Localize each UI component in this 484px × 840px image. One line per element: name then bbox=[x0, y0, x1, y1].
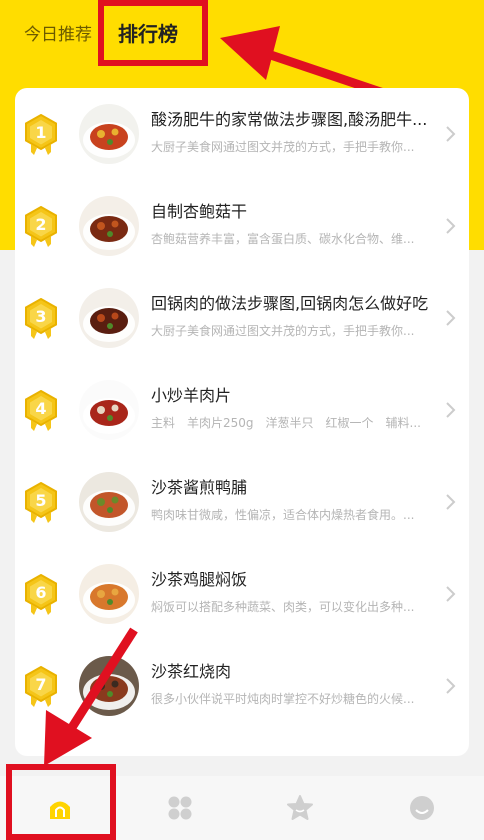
list-item[interactable]: 3 回锅肉的做法步骤图,回锅肉怎么做好吃大厨子美食网通过图文并茂的方式，手把手教你… bbox=[15, 272, 469, 364]
dish-thumbnail bbox=[79, 472, 139, 532]
tab-today[interactable]: 今日推荐 bbox=[24, 20, 92, 45]
nav-category[interactable] bbox=[156, 786, 204, 830]
rank-number: 4 bbox=[35, 399, 47, 418]
nav-profile[interactable] bbox=[398, 786, 446, 830]
category-icon bbox=[168, 796, 192, 820]
dish-thumbnail bbox=[79, 564, 139, 624]
rank-number: 5 bbox=[35, 491, 47, 510]
rank-number: 7 bbox=[35, 675, 47, 694]
list-item[interactable]: 6 沙茶鸡腿焖饭焖饭可以搭配多种蔬菜、肉类，可以变化出多种... bbox=[15, 548, 469, 640]
list-item[interactable]: 5 沙茶酱煎鸭脯鸭肉味甘微咸，性偏凉，适合体内燥热者食用。... bbox=[15, 456, 469, 548]
chevron-right-icon bbox=[446, 586, 456, 602]
dish-description: 大厨子美食网通过图文并茂的方式，手把手教你... bbox=[151, 140, 415, 154]
chevron-right-icon bbox=[446, 402, 456, 418]
ranking-list: 1 酸汤肥牛的家常做法步骤图,酸汤肥牛... 大厨子美食网通过图文并茂的方式，手把手… bbox=[15, 88, 469, 756]
dish-title: 自制杏鲍菇干 bbox=[151, 202, 248, 221]
list-item[interactable]: 4 小炒羊肉片主料 羊肉片250g 洋葱半只 红椒一个 辅料... bbox=[15, 364, 469, 456]
dish-thumbnail bbox=[79, 288, 139, 348]
bottom-navigation bbox=[0, 776, 484, 840]
rank-number: 6 bbox=[35, 583, 47, 602]
rank-number: 3 bbox=[35, 307, 47, 326]
profile-icon bbox=[410, 796, 434, 820]
chevron-right-icon bbox=[446, 310, 456, 326]
list-item[interactable]: 2 自制杏鲍菇干杏鲍菇营养丰富，富含蛋白质、碳水化合物、维... bbox=[15, 180, 469, 272]
dish-thumbnail bbox=[79, 104, 139, 164]
rank-medal-icon: 4 bbox=[23, 390, 59, 432]
dish-title: 沙茶红烧肉 bbox=[151, 662, 232, 681]
dish-description: 主料 羊肉片250g 洋葱半只 红椒一个 辅料... bbox=[151, 416, 421, 430]
rank-medal-icon: 1 bbox=[23, 114, 59, 156]
dish-description: 鸭肉味甘微咸，性偏凉，适合体内燥热者食用。... bbox=[151, 508, 415, 522]
nav-favorites[interactable] bbox=[276, 786, 324, 830]
chevron-right-icon bbox=[446, 494, 456, 510]
rank-number: 1 bbox=[35, 123, 47, 142]
home-icon bbox=[50, 801, 70, 819]
chevron-right-icon bbox=[446, 218, 456, 234]
dish-description: 大厨子美食网通过图文并茂的方式，手把手教你... bbox=[151, 324, 415, 338]
dish-thumbnail bbox=[79, 196, 139, 256]
dish-description: 杏鲍菇营养丰富，富含蛋白质、碳水化合物、维... bbox=[151, 232, 415, 246]
chevron-right-icon bbox=[446, 678, 456, 694]
dish-title: 酸汤肥牛的家常做法步骤图,酸汤肥牛... bbox=[151, 110, 428, 129]
dish-description: 很多小伙伴说平时炖肉时掌控不好炒糖色的火候... bbox=[151, 692, 415, 706]
top-tabs: 今日推荐 排行榜 bbox=[0, 0, 484, 70]
star-icon bbox=[287, 795, 313, 820]
rank-medal-icon: 3 bbox=[23, 298, 59, 340]
dish-description: 焖饭可以搭配多种蔬菜、肉类，可以变化出多种... bbox=[151, 600, 415, 614]
rank-medal-icon: 7 bbox=[23, 666, 59, 708]
nav-home[interactable] bbox=[36, 786, 84, 830]
dish-title: 沙茶鸡腿焖饭 bbox=[151, 570, 248, 589]
list-item[interactable]: 7 沙茶红烧肉很多小伙伴说平时炖肉时掌控不好炒糖色的火候... bbox=[15, 640, 469, 732]
dish-title: 回锅肉的做法步骤图,回锅肉怎么做好吃 bbox=[151, 294, 429, 313]
dish-title: 沙茶酱煎鸭脯 bbox=[151, 478, 248, 497]
dish-thumbnail bbox=[79, 380, 139, 440]
rank-medal-icon: 6 bbox=[23, 574, 59, 616]
rank-medal-icon: 5 bbox=[23, 482, 59, 524]
dish-title: 小炒羊肉片 bbox=[151, 386, 232, 405]
highlight-box-ranking bbox=[98, 0, 208, 66]
dish-thumbnail bbox=[79, 656, 139, 716]
rank-number: 2 bbox=[35, 215, 47, 234]
rank-medal-icon: 2 bbox=[23, 206, 59, 248]
list-item[interactable]: 1 酸汤肥牛的家常做法步骤图,酸汤肥牛... 大厨子美食网通过图文并茂的方式，手把手… bbox=[15, 88, 469, 180]
chevron-right-icon bbox=[446, 126, 456, 142]
